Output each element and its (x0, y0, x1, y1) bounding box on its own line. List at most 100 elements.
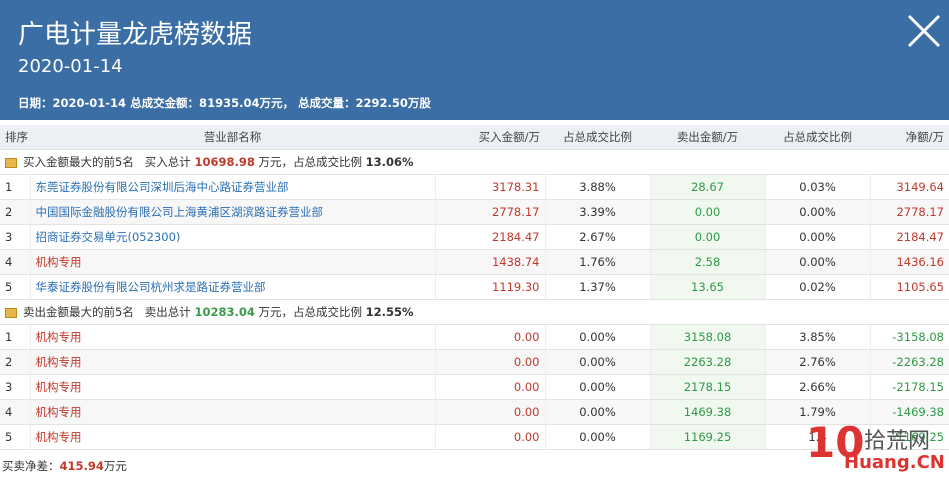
sell-amount: 1469.38 (649, 399, 765, 425)
buy-ratio: 0.00% (544, 424, 650, 450)
table-row: 1 机构专用 0.00 0.00% 3158.08 3.85% -3158.08 (0, 324, 949, 350)
row-rank: 5 (0, 424, 30, 450)
page-title: 广电计量龙虎榜数据 (18, 20, 253, 50)
sell-ratio: 0.00% (764, 224, 870, 250)
net-amount: 3149.64 (869, 174, 949, 200)
col-net: 净额/万 (870, 125, 949, 150)
buy_section-total-prefix: 买入总计 (144, 155, 191, 169)
col-buy: 买入金额/万 (435, 125, 545, 150)
table-row: 2 机构专用 0.00 0.00% 2263.28 2.76% -2263.28 (0, 349, 949, 375)
branch-name-link[interactable]: 华泰证券股份有限公司杭州求是路证券营业部 (29, 274, 435, 300)
table-row: 1 东莞证券股份有限公司深圳后海中心路证券营业部 3178.31 3.88% 28.67… (0, 174, 949, 200)
buy_section-header-cell: 买入金额最大的前5名 买入总计 10698.98 万元，占总成交比例 13.06… (0, 149, 949, 175)
net-amount: 1105.65 (869, 274, 949, 300)
buy-amount: 0.00 (434, 374, 545, 400)
branch-name-link[interactable]: 中国国际金融股份有限公司上海黄浦区湖滨路证券营业部 (29, 199, 435, 225)
row-rank: 1 (0, 174, 30, 200)
row-rank: 2 (0, 199, 30, 225)
col-rank: 排序 (0, 125, 30, 150)
buy-amount: 3178.31 (434, 174, 545, 200)
buy-amount: 1438.74 (434, 249, 545, 275)
net-amount: 2778.17 (869, 199, 949, 225)
page-date: 2020-01-14 (18, 56, 123, 77)
row-rank: 2 (0, 349, 30, 375)
sell-amount: 3158.08 (649, 324, 765, 350)
dialog-header: 广电计量龙虎榜数据 2020-01-14 日期：2020-01-14 总成交金额… (0, 0, 949, 120)
sell-amount: 2263.28 (649, 349, 765, 375)
watermark-cn: 拾荒网 (864, 429, 931, 454)
sell-amount: 28.67 (649, 174, 765, 200)
col-name: 营业部名称 (30, 125, 435, 150)
sell-ratio: 0.00% (764, 199, 870, 225)
row-rank: 4 (0, 249, 30, 275)
branch-name-link[interactable]: 机构专用 (29, 324, 435, 350)
branch-name-link[interactable]: 招商证券交易单元(052300) (29, 224, 435, 250)
net-amount: -2178.15 (869, 374, 949, 400)
buy_section-total: 10698.98 (194, 155, 255, 169)
sell-amount: 0.00 (649, 199, 765, 225)
buy-ratio: 0.00% (544, 349, 650, 375)
row-rank: 3 (0, 224, 30, 250)
net-diff-value: 415.94 (59, 459, 104, 473)
row-rank: 5 (0, 274, 30, 300)
buy-amount: 2184.47 (434, 224, 545, 250)
table-row: 5 华泰证券股份有限公司杭州求是路证券营业部 1119.30 1.37% 13.65 0.… (0, 274, 949, 300)
branch-name-link[interactable]: 东莞证券股份有限公司深圳后海中心路证券营业部 (29, 174, 435, 200)
sell-ratio: 0.03% (764, 174, 870, 200)
sell-amount: 1169.25 (649, 424, 765, 450)
buy_section-header: 买入金额最大的前5名 买入总计 10698.98 万元，占总成交比例 13.06… (0, 149, 949, 175)
net-amount: 2184.47 (869, 224, 949, 250)
row-rank: 4 (0, 399, 30, 425)
sell-amount: 2178.15 (649, 374, 765, 400)
net-amount: 1436.16 (869, 249, 949, 275)
row-rank: 3 (0, 374, 30, 400)
branch-name-link[interactable]: 机构专用 (29, 399, 435, 425)
sell-ratio: 0.00% (764, 249, 870, 275)
buy-ratio: 0.00% (544, 399, 650, 425)
sell-amount: 2.58 (649, 249, 765, 275)
table-row: 3 机构专用 0.00 0.00% 2178.15 2.66% -2178.15 (0, 374, 949, 400)
sell_section-header: 卖出金额最大的前5名 卖出总计 10283.04 万元，占总成交比例 12.55… (0, 299, 949, 325)
watermark-logo: 10 拾荒网 Huang.CN (806, 418, 945, 474)
branch-name-link[interactable]: 机构专用 (29, 249, 435, 275)
buy-ratio: 0.00% (544, 374, 650, 400)
close-icon[interactable] (905, 12, 943, 50)
sell_section-total-prefix: 卖出总计 (144, 305, 191, 319)
buy-amount: 1119.30 (434, 274, 545, 300)
buy-amount: 0.00 (434, 324, 545, 350)
trade-summary: 日期：2020-01-14 总成交金额：81935.04万元， 总成交量：229… (18, 96, 431, 110)
branch-name-link[interactable]: 机构专用 (29, 349, 435, 375)
buy-amount: 0.00 (434, 349, 545, 375)
sell-ratio: 0.02% (764, 274, 870, 300)
sell_section-total: 10283.04 (194, 305, 255, 319)
branch-name-link[interactable]: 机构专用 (29, 424, 435, 450)
buy-ratio: 3.88% (544, 174, 650, 200)
col-sell: 卖出金额/万 (650, 125, 765, 150)
sell-amount: 0.00 (649, 224, 765, 250)
net-amount: -2263.28 (869, 349, 949, 375)
buy-ratio: 3.39% (544, 199, 650, 225)
buy-amount: 0.00 (434, 399, 545, 425)
net-difference: 买卖净差：415.94万元 (2, 458, 127, 474)
buy_section-ratio: 13.06% (365, 155, 414, 169)
table-row: 4 机构专用 1438.74 1.76% 2.58 0.00% 1436.16 (0, 249, 949, 275)
buy-amount: 0.00 (434, 424, 545, 450)
table-row: 3 招商证券交易单元(052300) 2184.47 2.67% 0.00 0.00% 21… (0, 224, 949, 250)
buy-ratio: 1.37% (544, 274, 650, 300)
branch-name-link[interactable]: 机构专用 (29, 374, 435, 400)
folder-icon (5, 157, 17, 168)
sell_section-ratio: 12.55% (365, 305, 414, 319)
ranking-table: 排序 营业部名称 买入金额/万 占总成交比例 卖出金额/万 占总成交比例 净额/… (0, 125, 949, 450)
sell_section-label: 卖出金额最大的前5名 (23, 305, 134, 319)
buy-ratio: 2.67% (544, 224, 650, 250)
sell-ratio: 2.76% (764, 349, 870, 375)
net-diff-unit: 万元 (103, 459, 127, 473)
table-row: 2 中国国际金融股份有限公司上海黄浦区湖滨路证券营业部 2778.17 3.39% 0.… (0, 199, 949, 225)
buy-ratio: 1.76% (544, 249, 650, 275)
sell_section-header-cell: 卖出金额最大的前5名 卖出总计 10283.04 万元，占总成交比例 12.55… (0, 299, 949, 325)
col-buy-pct: 占总成交比例 (545, 125, 650, 150)
sell-ratio: 2.66% (764, 374, 870, 400)
row-rank: 1 (0, 324, 30, 350)
table-header: 排序 营业部名称 买入金额/万 占总成交比例 卖出金额/万 占总成交比例 净额/… (0, 125, 949, 150)
buy-ratio: 0.00% (544, 324, 650, 350)
